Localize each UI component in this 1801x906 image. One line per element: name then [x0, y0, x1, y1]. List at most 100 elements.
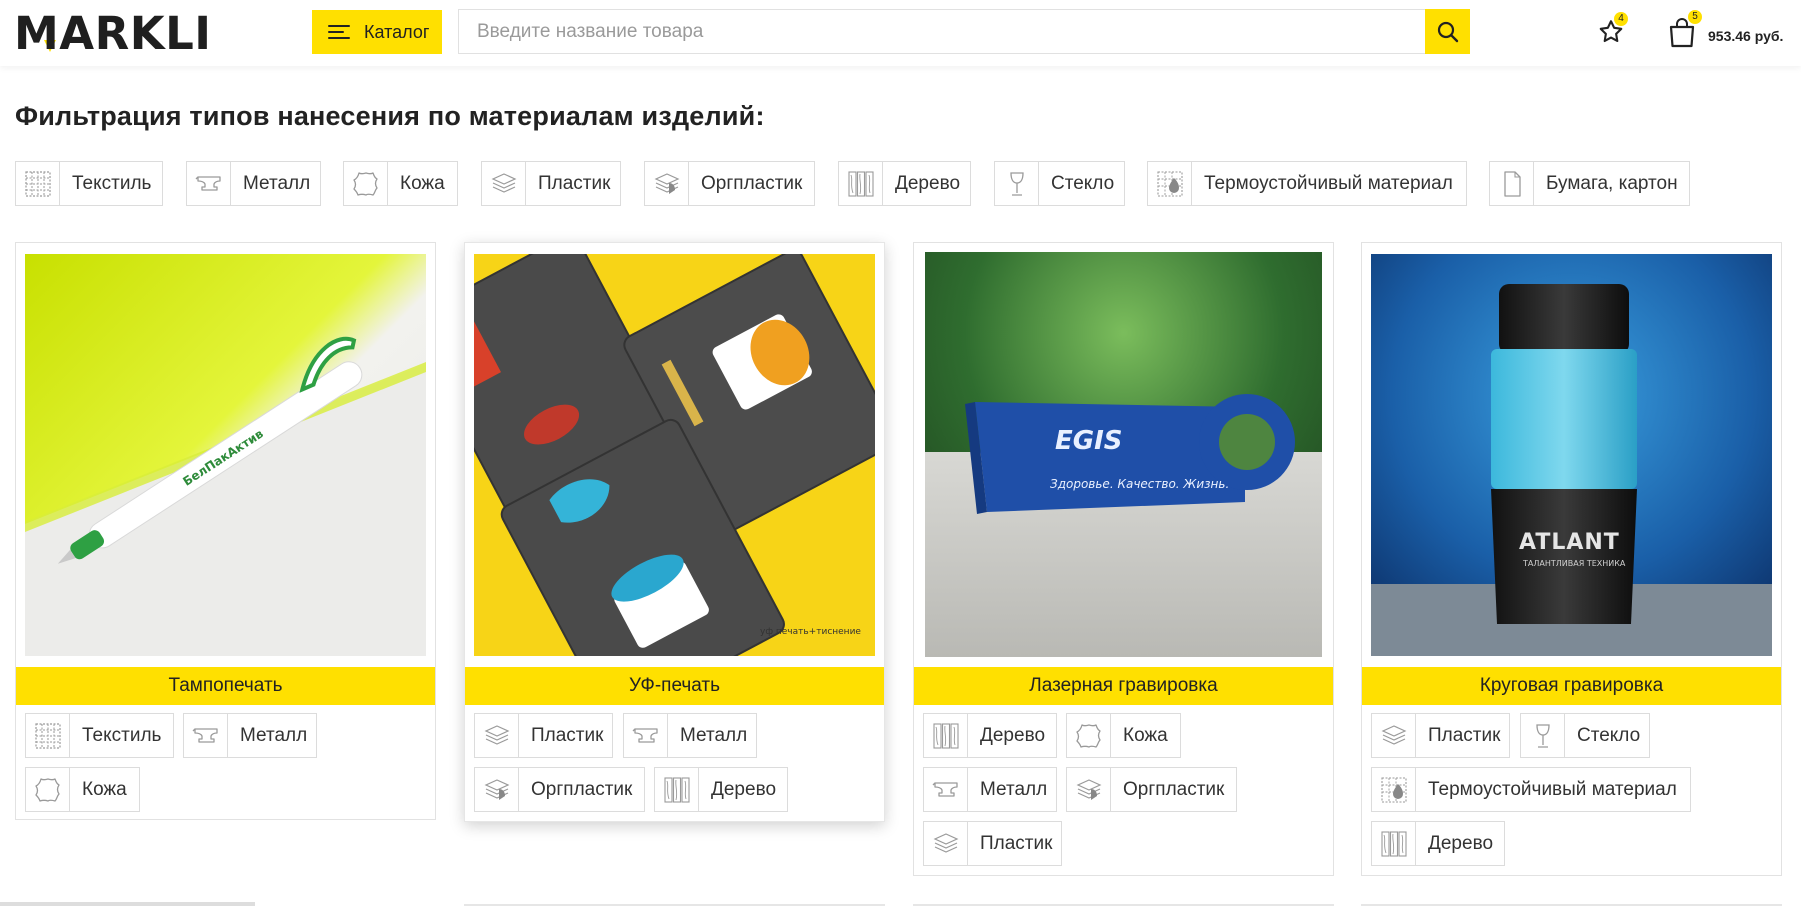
anvil-icon: [924, 768, 968, 811]
cart-count-badge: 5: [1688, 10, 1702, 24]
filter-chip-orgplastic[interactable]: Оргпластик: [644, 161, 815, 206]
material-chip-label: Оргпластик: [1123, 778, 1225, 800]
material-chip-metal[interactable]: Металл: [923, 767, 1057, 812]
material-chip-plastic[interactable]: Пластик: [474, 713, 613, 758]
material-chip-label: Пластик: [531, 724, 604, 746]
site-logo[interactable]: MARKLI: [14, 10, 208, 54]
thermo-mug-photo[interactable]: ATLANT ТАЛАНТЛИВАЯ ТЕХНИКА: [1371, 254, 1772, 656]
anvil-icon: [184, 714, 228, 757]
material-chip-label: Термоустойчивый материал: [1428, 778, 1677, 800]
leather-icon: [344, 162, 388, 205]
material-chip-orgplastic[interactable]: Оргпластик: [1066, 767, 1237, 812]
material-chip-plastic[interactable]: Пластик: [923, 821, 1062, 866]
search-button[interactable]: [1425, 9, 1470, 54]
search-input[interactable]: [459, 10, 1426, 53]
notebooks-photo[interactable]: уф печать+тиснение: [474, 254, 875, 656]
favorites-button[interactable]: 4: [1595, 12, 1631, 52]
material-chip-label: Текстиль: [82, 724, 162, 746]
material-chip-thermo[interactable]: Термоустойчивый материал: [1371, 767, 1691, 812]
material-chip-label: Металл: [680, 724, 748, 746]
material-chip-label: Кожа: [82, 778, 127, 800]
method-title[interactable]: УФ-печать: [465, 667, 884, 705]
material-chip-metal[interactable]: Металл: [183, 713, 317, 758]
catalog-label: Каталог: [364, 21, 430, 42]
filter-chip-label: Металл: [243, 172, 311, 194]
photo-caption: уф печать+тиснение: [760, 627, 861, 637]
filter-chip-label: Пластик: [538, 172, 611, 194]
method-card-laser-engraving: EGIS Здоровье. Качество. Жизнь. Лазерная…: [913, 242, 1334, 876]
material-chip-label: Дерево: [711, 778, 777, 800]
pen-photo[interactable]: БелПакАктив: [25, 254, 426, 656]
material-chip-plastic[interactable]: Пластик: [1371, 713, 1510, 758]
method-title[interactable]: Тампопечать: [16, 667, 435, 705]
search-bar: [458, 9, 1470, 54]
filter-chip-label: Стекло: [1051, 172, 1115, 194]
filter-chip-textile[interactable]: Текстиль: [15, 161, 163, 206]
material-chip-metal[interactable]: Металл: [623, 713, 757, 758]
material-chip-label: Оргпластик: [531, 778, 633, 800]
plastic-layers-icon: [924, 822, 968, 865]
filter-chip-label: Текстиль: [72, 172, 152, 194]
mug-engraving-brand: ATLANT: [1519, 530, 1620, 555]
textile-icon: [26, 714, 70, 757]
filter-chip-paper[interactable]: Бумага, картон: [1489, 161, 1690, 206]
material-chip-label: Стекло: [1577, 724, 1641, 746]
method-card-pad-printing: БелПакАктив Тампопечать Текстиль Металл …: [15, 242, 436, 820]
leather-icon: [1067, 714, 1111, 757]
material-chip-label: Металл: [980, 778, 1048, 800]
anvil-icon: [624, 714, 668, 757]
wine-glass-icon: [995, 162, 1039, 205]
material-chip-label: Пластик: [980, 832, 1053, 854]
orgplastic-icon: [645, 162, 689, 205]
anvil-icon: [187, 162, 231, 205]
filter-chip-label: Оргпластик: [701, 172, 803, 194]
wine-glass-icon: [1521, 714, 1565, 757]
horizontal-scrollbar[interactable]: [0, 902, 255, 906]
favorites-count-badge: 4: [1614, 12, 1628, 26]
method-card-circular-engraving: ATLANT ТАЛАНТЛИВАЯ ТЕХНИКА Круговая грав…: [1361, 242, 1782, 876]
plastic-layers-icon: [1372, 714, 1416, 757]
plastic-layers-icon: [482, 162, 526, 205]
filter-chip-metal[interactable]: Металл: [186, 161, 321, 206]
material-chip-label: Пластик: [1428, 724, 1501, 746]
cart-button[interactable]: 5 953.46 руб.: [1668, 10, 1788, 54]
usb-engraving-slogan: Здоровье. Качество. Жизнь.: [1050, 477, 1229, 491]
wood-icon: [839, 162, 883, 205]
wood-icon: [924, 714, 968, 757]
plastic-layers-icon: [475, 714, 519, 757]
material-chip-leather[interactable]: Кожа: [1066, 713, 1181, 758]
textile-icon: [16, 162, 60, 205]
filter-chip-label: Бумага, картон: [1546, 172, 1678, 194]
site-header: MARKLI Каталог 4 5 953.46 руб.: [0, 0, 1801, 66]
material-chip-orgplastic[interactable]: Оргпластик: [474, 767, 645, 812]
paper-icon: [1490, 162, 1534, 205]
material-chip-glass[interactable]: Стекло: [1520, 713, 1650, 758]
filter-chip-wood[interactable]: Дерево: [838, 161, 971, 206]
catalog-button[interactable]: Каталог: [312, 10, 442, 54]
filter-chip-label: Дерево: [895, 172, 961, 194]
wood-icon: [655, 768, 699, 811]
material-chip-label: Дерево: [980, 724, 1046, 746]
method-title[interactable]: Лазерная гравировка: [914, 667, 1333, 705]
method-title[interactable]: Круговая гравировка: [1362, 667, 1781, 705]
usb-engraving-brand: EGIS: [1055, 426, 1123, 456]
filter-chip-plastic[interactable]: Пластик: [481, 161, 621, 206]
material-chip-wood[interactable]: Дерево: [1371, 821, 1505, 866]
filter-chip-label: Термоустойчивый материал: [1204, 172, 1453, 194]
material-chip-leather[interactable]: Кожа: [25, 767, 140, 812]
filter-chip-leather[interactable]: Кожа: [343, 161, 458, 206]
filter-chip-thermo[interactable]: Термоустойчивый материал: [1147, 161, 1467, 206]
material-chip-wood[interactable]: Дерево: [654, 767, 788, 812]
leather-icon: [26, 768, 70, 811]
material-chip-textile[interactable]: Текстиль: [25, 713, 174, 758]
page-title: Фильтрация типов нанесения по материалам…: [15, 101, 765, 131]
cart-total: 953.46 руб.: [1708, 28, 1784, 44]
material-chip-wood[interactable]: Дерево: [923, 713, 1057, 758]
thermo-icon: [1148, 162, 1192, 205]
filter-chip-glass[interactable]: Стекло: [994, 161, 1125, 206]
material-chip-label: Кожа: [1123, 724, 1168, 746]
wood-icon: [1372, 822, 1416, 865]
material-chip-label: Дерево: [1428, 832, 1494, 854]
usb-drive-photo[interactable]: EGIS Здоровье. Качество. Жизнь.: [925, 252, 1322, 657]
method-card-uv-printing: уф печать+тиснение УФ-печать Пластик Мет…: [464, 242, 885, 822]
